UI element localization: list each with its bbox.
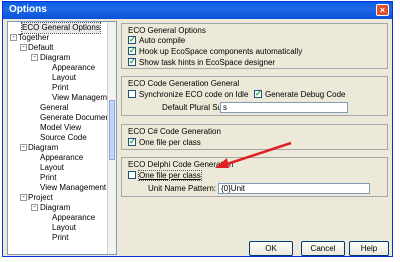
show-hints-row[interactable]: ✓ Show task hints in EcoSpace designer [128,57,276,68]
tree-item[interactable]: Appearance [40,153,83,163]
tree-expander-icon[interactable]: - [20,44,27,51]
tree-item[interactable]: View Management [40,183,106,193]
delphi-one-file-row[interactable]: One file per class [128,170,202,181]
auto-compile-checkbox[interactable]: ✓ [128,35,136,44]
tree-expander-icon[interactable]: - [10,34,17,41]
show-hints-checkbox[interactable]: ✓ [128,57,136,66]
tree-item[interactable]: Default [28,43,53,53]
tree-expander-icon[interactable]: - [31,204,38,211]
annotation-arrow [215,141,292,168]
tree-item[interactable]: Print [40,173,56,183]
window-title: Options [9,4,47,15]
hook-up-checkbox[interactable]: ✓ [128,46,136,55]
title-bar[interactable]: Options × [3,2,392,19]
sync-eco-label: Synchronize ECO code on Idle [139,90,249,99]
gen-debug-checkbox[interactable]: ✓ [254,89,262,98]
tree-item[interactable]: Print [52,233,68,243]
tree-item[interactable]: Project [28,193,53,203]
csharp-one-file-label: One file per class [139,138,201,147]
auto-compile-label: Auto compile [139,36,186,45]
tree-item[interactable]: Generate Documentatio [40,113,116,123]
hook-up-label: Hook up EcoSpace components automaticall… [139,47,303,56]
auto-compile-row[interactable]: ✓ Auto compile [128,35,186,46]
tree-expander-icon[interactable]: - [20,144,27,151]
help-button[interactable]: Help [349,241,389,256]
codegen-group: ECO Code Generation General Synchronize … [121,76,388,116]
tree-expander-icon[interactable]: - [20,194,27,201]
group-title: ECO Code Generation General [128,79,240,88]
tree-item[interactable]: Print [52,83,68,93]
close-button[interactable]: × [376,4,389,16]
unit-name-label: Unit Name Pattern: [148,184,217,193]
ok-button[interactable]: OK [249,241,293,256]
tree-scroll-thumb[interactable] [109,100,115,160]
show-hints-label: Show task hints in EcoSpace designer [139,58,276,67]
tree-item[interactable]: Layout [52,73,76,83]
options-tree[interactable]: ECO General Options - Together - Default - Dia… [7,21,117,255]
general-options-group: ECO General Options ✓ Auto compile ✓ Hook … [121,23,388,69]
options-panel: ECO General Options ✓ Auto compile ✓ Hook … [121,23,388,233]
tree-item[interactable]: Diagram [40,53,70,63]
tree-item[interactable]: Diagram [40,203,70,213]
cancel-button[interactable]: Cancel [301,241,345,256]
sync-eco-row[interactable]: Synchronize ECO code on Idle [128,89,249,100]
delphi-one-file-checkbox[interactable] [128,170,136,179]
tree-item[interactable]: Appearance [52,213,95,223]
gen-debug-label: Generate Debug Code [265,90,346,99]
group-title: ECO General Options [128,26,206,35]
tree-item[interactable]: Appearance [52,63,95,73]
tree-item[interactable]: ECO General Options [21,22,101,34]
options-dialog: Options × ECO General Options - Together - D… [2,1,393,257]
plural-suffix-input[interactable]: s [220,102,348,113]
tree-scrollbar[interactable] [107,22,116,254]
sync-eco-checkbox[interactable] [128,89,136,98]
gen-debug-row[interactable]: ✓ Generate Debug Code [254,89,346,100]
tree-item[interactable]: Layout [40,163,64,173]
arrow-shaft [220,141,292,168]
arrow-head [215,158,229,168]
delphi-one-file-label: One file per class [138,170,202,181]
tree-item[interactable]: General [40,103,68,113]
tree-item[interactable]: Source Code [40,133,87,143]
group-title: ECO C# Code Generation [128,127,221,136]
csharp-one-file-checkbox[interactable]: ✓ [128,137,136,146]
tree-item[interactable]: Layout [52,223,76,233]
tree-item[interactable]: Together [18,33,49,43]
unit-name-input[interactable]: {0}Unit [218,183,370,194]
tree-expander-icon[interactable]: - [31,54,38,61]
csharp-one-file-row[interactable]: ✓ One file per class [128,137,201,148]
tree-item[interactable]: Model View [40,123,81,133]
hook-up-row[interactable]: ✓ Hook up EcoSpace components automatical… [128,46,303,57]
tree-item[interactable]: Diagram [28,143,58,153]
